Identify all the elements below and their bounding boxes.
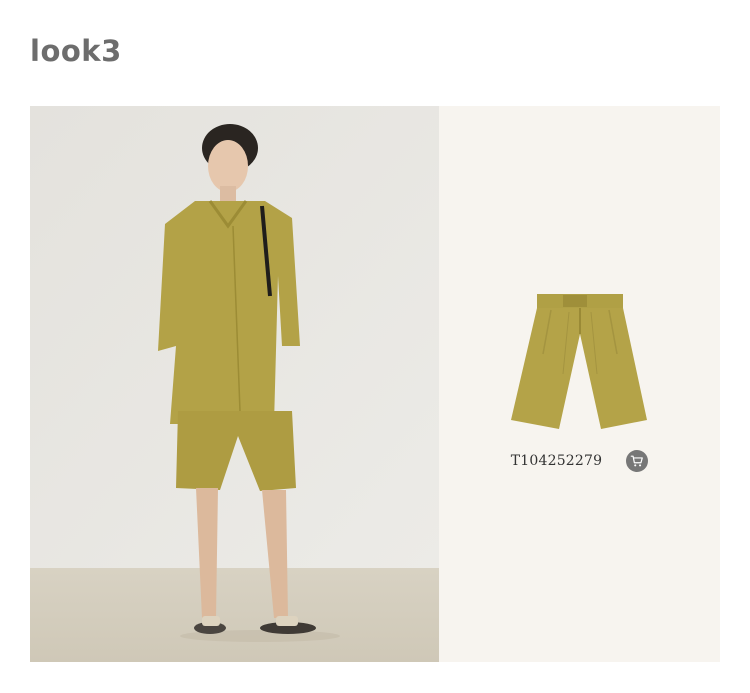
look-page: look3 T104252279: [0, 0, 750, 693]
add-to-cart-button[interactable]: [626, 450, 649, 472]
shorts-product-image: [511, 294, 647, 429]
look-title: look3: [30, 34, 122, 68]
model-photo: [30, 106, 439, 662]
product-panel: T104252279: [439, 106, 720, 662]
shorts-icon[interactable]: [511, 294, 647, 434]
model-photo-illustration: [30, 106, 439, 662]
product-code: T104252279: [510, 453, 603, 469]
cart-icon: [630, 455, 644, 467]
product-meta: T104252279: [439, 450, 720, 472]
